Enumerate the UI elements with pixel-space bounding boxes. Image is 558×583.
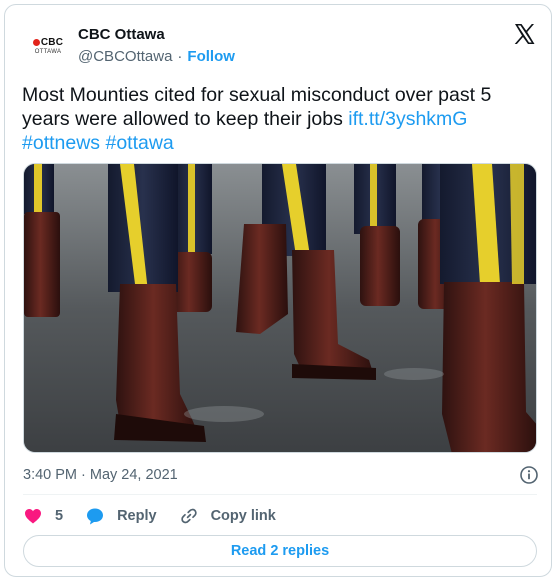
tweet-photo[interactable] (23, 163, 537, 453)
tweet-timestamp[interactable]: 3:40 PM · May 24, 2021 (23, 467, 178, 483)
tweet-card: CBC OTTAWA CBC Ottawa @CBCOttawa · Follo… (4, 4, 552, 577)
divider (23, 494, 537, 495)
action-bar: 5 Reply Copy link (23, 504, 276, 528)
info-icon[interactable] (519, 465, 539, 485)
reply-button[interactable]: Reply (85, 506, 157, 526)
like-count: 5 (55, 508, 64, 524)
cbc-gem-icon (32, 39, 40, 46)
photo-mounties-boots (24, 164, 536, 452)
copy-link-button[interactable]: Copy link (179, 506, 276, 526)
tweet-link[interactable]: ift.tt/3yshkmG (348, 108, 467, 130)
hashtag-ottawa[interactable]: #ottawa (105, 132, 173, 154)
follow-button[interactable]: Follow (187, 48, 235, 65)
avatar[interactable]: CBC OTTAWA (25, 23, 71, 69)
logo-city-text: OTTAWA (34, 49, 62, 55)
speech-bubble-icon (87, 508, 104, 525)
tweet-text: Most Mounties cited for sexual misconduc… (22, 83, 534, 155)
like-button[interactable]: 5 (23, 506, 63, 526)
reply-label: Reply (117, 508, 157, 524)
heart-icon (25, 509, 41, 524)
copy-link-label: Copy link (210, 508, 276, 524)
cbc-logo: CBC (32, 37, 64, 48)
author-name[interactable]: CBC Ottawa (78, 26, 165, 43)
author-handle[interactable]: @CBCOttawa (78, 48, 172, 65)
link-icon (180, 508, 197, 524)
read-replies-button[interactable]: Read 2 replies (23, 535, 537, 567)
x-logo-icon[interactable] (512, 22, 536, 46)
hashtag-ottnews[interactable]: #ottnews (22, 132, 100, 154)
logo-brand-text: CBC (40, 37, 64, 48)
separator-dot: · (177, 48, 183, 65)
author-handle-row: @CBCOttawa · Follow (78, 48, 235, 65)
